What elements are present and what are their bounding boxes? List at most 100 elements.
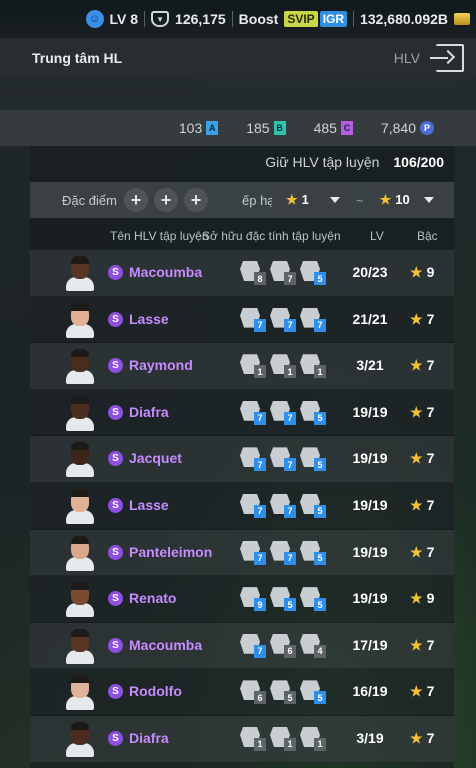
- training-trait-icon[interactable]: 5: [300, 447, 326, 472]
- trainer-row[interactable]: S Raymond 1 1 1 3/21 ★ 7: [30, 343, 454, 390]
- trainer-row[interactable]: S Rodolfo 6 5 5 16/19 ★ 7: [30, 669, 454, 716]
- avatar-hair: [71, 442, 89, 451]
- training-trait-icon[interactable]: 1: [240, 726, 266, 751]
- trainer-name: Raymond: [129, 357, 193, 374]
- training-trait-icon[interactable]: 7: [270, 493, 296, 518]
- add-trait-button-2[interactable]: +: [154, 188, 178, 212]
- trainer-row[interactable]: S Macoumba 7 6 4 17/19 ★ 7: [30, 622, 454, 670]
- training-trait-icon[interactable]: 6: [270, 633, 296, 658]
- retain-value: 106/200: [393, 154, 444, 170]
- avatar-shirt: [66, 649, 94, 664]
- training-trait-icon[interactable]: 5: [300, 400, 326, 425]
- trainer-grade: ★ 7: [410, 544, 434, 561]
- training-trait-icon[interactable]: 1: [300, 354, 326, 379]
- rank-max-select[interactable]: ★ 10: [371, 187, 442, 213]
- training-trait-icon[interactable]: 7: [240, 400, 266, 425]
- rank-min-select[interactable]: ★ 1: [278, 187, 348, 213]
- trainer-grade: ★ 7: [410, 683, 434, 700]
- rank-max-value: 10: [395, 192, 410, 207]
- trainer-grade: ★ 7: [410, 450, 434, 467]
- training-trait-icon[interactable]: 5: [270, 587, 296, 612]
- trainer-row[interactable]: S Panteleimon 7 7 5 19/19 ★ 7: [30, 529, 454, 577]
- avatar-shirt: [66, 416, 94, 431]
- trainer-row[interactable]: S Jacquet 7 7 5 19/19 ★ 7: [30, 436, 454, 483]
- avatar: [64, 255, 96, 293]
- trainer-level: 20/23: [352, 264, 388, 280]
- star-icon: ★: [410, 590, 423, 607]
- resource-a-value: 103: [178, 120, 203, 136]
- training-trait-icon[interactable]: 7: [240, 493, 266, 518]
- star-icon: ★: [410, 450, 423, 467]
- trainer-row[interactable]: S Diafra 7 7 5 19/19 ★ 7: [30, 389, 454, 437]
- avatar-hair: [71, 582, 89, 591]
- avatar-hair: [71, 395, 89, 404]
- retain-count: Giữ HLV tập luyện 106/200: [265, 154, 444, 170]
- grade-value: 7: [426, 357, 435, 374]
- grade-value: 7: [426, 729, 435, 746]
- trait-level: 1: [314, 737, 326, 751]
- avatar: [64, 535, 96, 573]
- add-trait-button-1[interactable]: +: [124, 188, 148, 212]
- trainer-name: Rodolfo: [129, 683, 182, 700]
- trait-level: 1: [284, 737, 296, 751]
- trainer-name: Macoumba: [129, 264, 203, 280]
- training-trait-icon[interactable]: 1: [300, 726, 326, 751]
- training-trait-icon[interactable]: 5: [300, 680, 326, 705]
- star-icon: ★: [410, 357, 423, 374]
- trait-list: 9 5 5: [240, 587, 326, 612]
- training-trait-icon[interactable]: 5: [270, 680, 296, 705]
- trainer-name: Macoumba: [129, 636, 203, 653]
- column-header: Tên HLV tập luyện Sở hữu đặc tính tập lu…: [30, 222, 454, 248]
- avatar-shirt: [66, 556, 94, 571]
- grade-value: 7: [426, 310, 435, 327]
- status-bar: ☺ LV 8 ▼ 126,175 Boost SVIP IGR 132,680.…: [0, 0, 476, 38]
- trainer-row[interactable]: S Lasse 7 7 5 19/19 ★ 7: [30, 482, 454, 530]
- star-icon: ★: [410, 310, 423, 327]
- trainer-name: Lasse: [129, 310, 169, 327]
- training-trait-icon[interactable]: 7: [300, 307, 326, 332]
- training-trait-icon[interactable]: 5: [300, 540, 326, 565]
- trainer-row[interactable]: S Macoumba 8 7 5 20/23 ★ 9: [30, 250, 454, 297]
- trait-list: 7 7 5: [240, 400, 326, 425]
- divider: [353, 11, 355, 27]
- trainer-row[interactable]: S Renato 9 5 5 19/19 ★ 9: [30, 576, 454, 623]
- training-trait-icon[interactable]: 5: [300, 587, 326, 612]
- training-trait-icon[interactable]: 6: [240, 680, 266, 705]
- star-icon: ★: [410, 403, 423, 420]
- trait-level: 1: [284, 365, 296, 379]
- training-trait-icon[interactable]: 1: [270, 354, 296, 379]
- trainer-row[interactable]: S Diafra 1 1 1 3/19 ★ 7: [30, 715, 454, 763]
- rank-filter-label: ếp hạng: [242, 192, 272, 208]
- training-trait-icon[interactable]: 7: [270, 400, 296, 425]
- trainer-row[interactable]: S Lasse 7 7 7 21/21 ★ 7: [30, 296, 454, 344]
- balance: 132,680.092B: [360, 11, 448, 27]
- training-trait-icon[interactable]: 5: [300, 493, 326, 518]
- training-trait-icon[interactable]: 7: [270, 261, 296, 285]
- training-trait-icon[interactable]: 8: [240, 261, 266, 285]
- page-title: Trung tâm HL: [32, 50, 123, 66]
- trait-level: 7: [284, 504, 296, 518]
- training-trait-icon[interactable]: 1: [240, 354, 266, 379]
- trainer-name: Lasse: [129, 496, 169, 513]
- divider: [144, 11, 146, 27]
- training-trait-icon[interactable]: 7: [270, 307, 296, 332]
- training-trait-icon[interactable]: 7: [240, 307, 266, 332]
- add-trait-button-3[interactable]: +: [184, 188, 208, 212]
- training-trait-icon[interactable]: 7: [240, 540, 266, 565]
- training-trait-icon[interactable]: 7: [240, 633, 266, 658]
- training-trait-icon[interactable]: 7: [270, 447, 296, 472]
- training-trait-icon[interactable]: 1: [270, 726, 296, 751]
- exit-icon[interactable]: [430, 44, 464, 72]
- avatar: [64, 441, 96, 479]
- trait-level: 5: [314, 504, 326, 518]
- training-trait-icon[interactable]: 4: [300, 633, 326, 658]
- training-trait-icon[interactable]: 7: [240, 447, 266, 472]
- smiley-icon: ☺: [85, 10, 104, 28]
- training-trait-icon[interactable]: 9: [240, 587, 266, 612]
- grade-value: 7: [426, 683, 435, 700]
- training-trait-icon[interactable]: 7: [270, 540, 296, 565]
- trait-level: 7: [254, 504, 266, 518]
- avatar-hair: [71, 535, 89, 544]
- avatar-hair: [71, 302, 89, 311]
- training-trait-icon[interactable]: 5: [300, 261, 326, 285]
